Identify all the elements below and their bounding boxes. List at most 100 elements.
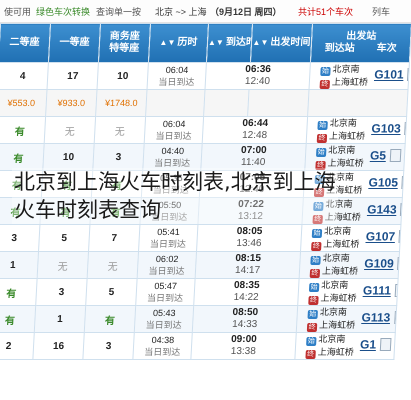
table-row[interactable]: 有3505:47当日到达08:3514:22始北京南终上海虹桥G111▼ xyxy=(0,278,399,306)
train-number-link[interactable]: G113 xyxy=(361,311,390,325)
train-number-link[interactable]: G111 xyxy=(363,284,392,298)
header-train-number[interactable]: 出发站 到达站 车次 xyxy=(310,23,411,63)
price-empty xyxy=(203,89,250,117)
header-business-class[interactable]: 商务座 特等座 xyxy=(98,23,151,63)
train-cell[interactable]: 始北京南终上海虹桥G109▼ xyxy=(299,251,400,279)
train-number-link[interactable]: G103 xyxy=(371,122,401,136)
expand-arrow-icon[interactable]: ▼ xyxy=(404,153,405,162)
table-row[interactable]: 有1有05:43当日到达08:5014:33始北京南终上海虹桥G113▼ xyxy=(0,305,397,333)
first-class-seats: 3 xyxy=(35,278,88,306)
header-departure-time[interactable]: ▲▼出发时间 xyxy=(250,23,313,63)
time-cell: 08:50 14:33 xyxy=(192,305,298,333)
topbar-route: 北京 ~> 上海 xyxy=(155,7,207,17)
departure-time: 08:05 xyxy=(236,226,263,237)
departure-station: 北京南 xyxy=(328,145,356,155)
sort-arrow-icon[interactable]: ▲▼ xyxy=(252,38,268,47)
train-number-link[interactable]: G109 xyxy=(364,257,394,271)
first-class-seats: 16 xyxy=(32,332,85,360)
train-detail-icon[interactable] xyxy=(397,256,400,270)
price-empty xyxy=(247,89,310,117)
arrival-day: 当日到达 xyxy=(158,77,195,87)
arrival-day: 当日到达 xyxy=(155,131,192,141)
table-row[interactable]: 1无无06:02当日到达08:1514:17始北京南终上海虹桥G109▼ xyxy=(0,251,400,279)
table-row[interactable]: 有10304:40当日到达07:0011:40始北京南终上海虹桥G5▼ xyxy=(0,143,406,171)
price-first-class: ¥933.0 xyxy=(45,89,98,117)
start-station-icon: 始 xyxy=(310,256,321,265)
train-cell[interactable]: 始北京南终上海虹桥G103▼ xyxy=(306,116,407,144)
departure-station: 北京南 xyxy=(332,64,360,74)
arrival-time: 14:33 xyxy=(231,319,258,330)
train-number-link[interactable]: G143 xyxy=(367,203,397,217)
business-class-seats: 3 xyxy=(82,332,135,360)
sort-arrow-icon[interactable]: ▲▼ xyxy=(208,38,224,47)
table-row[interactable]: 有无无06:04当日到达06:4412:48始北京南终上海虹桥G103▼ xyxy=(0,116,407,144)
second-class-seats: 2 xyxy=(0,332,35,360)
train-detail-icon[interactable] xyxy=(400,202,403,216)
train-detail-icon[interactable] xyxy=(389,148,402,162)
departure-time: 08:35 xyxy=(233,280,260,291)
duration-cell: 06:02 当日到达 xyxy=(137,251,197,279)
train-number-link[interactable]: G5 xyxy=(370,149,387,163)
train-cell[interactable]: 始北京南终上海虹桥G113▼ xyxy=(296,305,397,333)
train-cell[interactable]: 始北京南终上海虹桥G101▼ xyxy=(309,62,410,90)
duration-value: 06:04 xyxy=(165,65,189,75)
departure-station: 北京南 xyxy=(318,334,346,344)
topbar-green-train-link[interactable]: 绿色车次转换 xyxy=(36,5,90,18)
business-class-seats: 10 xyxy=(97,62,149,90)
caption-line-2: 火车时刻表查询 xyxy=(14,198,161,222)
train-cell[interactable]: 始北京南终上海虹桥 G1 ▼ xyxy=(294,332,396,360)
train-number-link[interactable]: G105 xyxy=(368,176,398,190)
sort-arrow-icon[interactable]: ▲▼ xyxy=(159,38,175,47)
departure-time: 08:50 xyxy=(232,307,259,318)
table-row[interactable]: ¥553.0 ¥933.0 ¥1748.0 xyxy=(0,89,409,117)
train-detail-icon[interactable] xyxy=(407,67,410,81)
header-arrival-time[interactable]: ▲▼到达时间 xyxy=(206,23,253,63)
first-class-seats: 5 xyxy=(38,224,90,252)
arrival-day: 当日到达 xyxy=(146,293,184,303)
price-empty xyxy=(145,89,206,117)
duration-value: 05:41 xyxy=(157,227,181,237)
departure-time: 06:36 xyxy=(244,64,272,75)
duration-value: 05:43 xyxy=(152,308,176,318)
train-detail-icon[interactable] xyxy=(404,121,407,135)
departure-station: 北京南 xyxy=(323,226,352,236)
train-number-link[interactable]: G1 xyxy=(360,338,377,352)
price-business-class: ¥1748.0 xyxy=(95,89,148,117)
first-class-seats: 1 xyxy=(34,305,86,333)
header-second-class[interactable]: 二等座 xyxy=(0,23,51,63)
duration-cell: 06:04 当日到达 xyxy=(144,116,204,144)
time-cell: 08:15 14:17 xyxy=(195,251,301,279)
watermark-caption: 北京到上海火车时刻表,北京到上海 火车时刻表查询 xyxy=(12,168,338,224)
table-row[interactable]: 4171006:04当日到达06:3612:40始北京南终上海虹桥G101▼ xyxy=(0,62,410,90)
train-cell[interactable]: 始北京南终上海虹桥G107▼ xyxy=(300,224,401,252)
business-class-seats: 5 xyxy=(85,278,138,306)
table-row[interactable]: 2163 04:38 当日到达 09:0013:38 始北京南终上海虹桥 G1 ▼ xyxy=(0,332,396,360)
duration-cell: 04:38 当日到达 xyxy=(132,332,193,360)
second-class-seats: 1 xyxy=(0,251,39,279)
arrival-station: 上海虹桥 xyxy=(321,266,359,276)
arrival-time: 12:48 xyxy=(241,130,268,141)
train-cell[interactable]: 始北京南终上海虹桥G5▼ xyxy=(304,143,406,171)
train-number-link[interactable]: G107 xyxy=(365,230,395,244)
arrival-day: 当日到达 xyxy=(143,347,181,357)
expand-arrow-icon[interactable]: ▼ xyxy=(394,342,395,351)
train-cell[interactable]: 始北京南终上海虹桥G111▼ xyxy=(297,278,399,306)
duration-cell: 05:47 当日到达 xyxy=(135,278,196,306)
business-class-seats: 无 xyxy=(94,116,146,144)
header-first-class[interactable]: 一等座 xyxy=(48,23,101,63)
train-detail-icon[interactable] xyxy=(379,337,392,351)
table-row[interactable]: 35705:41当日到达08:0513:46始北京南终上海虹桥G107▼ xyxy=(0,224,401,252)
first-class-seats: 17 xyxy=(47,62,99,90)
arrival-day: 当日到达 xyxy=(145,320,182,330)
train-detail-icon[interactable] xyxy=(394,283,399,297)
train-detail-icon[interactable] xyxy=(393,310,397,324)
arrival-day: 当日到达 xyxy=(148,266,185,276)
train-detail-icon[interactable] xyxy=(398,229,401,243)
time-cell: 08:05 13:46 xyxy=(196,224,302,252)
train-detail-icon[interactable] xyxy=(401,175,404,189)
arrival-time: 12:40 xyxy=(244,76,271,87)
duration-cell: 04:40 当日到达 xyxy=(142,143,203,171)
header-duration[interactable]: ▲▼历时 xyxy=(148,23,209,63)
arrival-time: 13:46 xyxy=(236,238,262,249)
train-number-link[interactable]: G101 xyxy=(374,68,404,82)
